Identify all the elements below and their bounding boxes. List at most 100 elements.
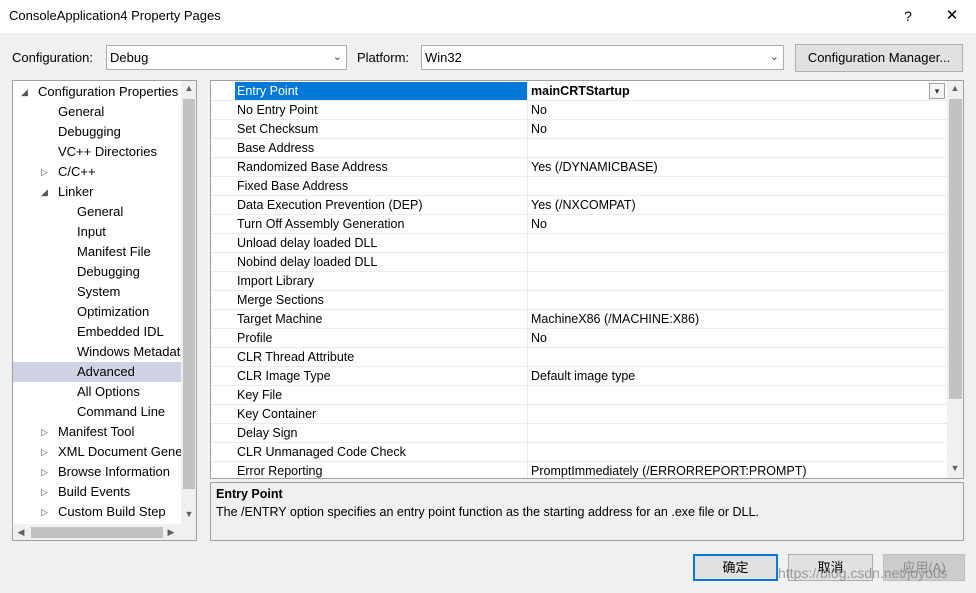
tree-item[interactable]: Optimization [13,302,181,322]
property-value[interactable] [527,291,947,309]
property-name: Turn Off Assembly Generation [237,217,405,231]
platform-label: Platform: [357,50,410,65]
tree-item-label: Custom Build Step [58,504,166,519]
property-row[interactable]: CLR Image Type Default image type [211,367,947,386]
property-value[interactable] [527,234,947,252]
property-value[interactable] [527,139,947,157]
property-value[interactable]: mainCRTStartup [527,82,947,100]
property-name: Unload delay loaded DLL [237,236,378,250]
tree-item[interactable]: Command Line [13,402,181,422]
scroll-up-icon[interactable]: ▲ [181,83,196,93]
property-name: Data Execution Prevention (DEP) [237,198,423,212]
configuration-manager-button[interactable]: Configuration Manager... [795,44,963,72]
property-row[interactable]: CLR Unmanaged Code Check [211,443,947,462]
property-row[interactable]: Import Library [211,272,947,291]
close-button[interactable]: ✕ [932,3,972,29]
tree-item[interactable]: General [13,102,181,122]
tree-item-label: XML Document Generator [58,444,181,459]
property-name: Import Library [237,274,315,288]
scroll-right-icon[interactable]: ▶ [163,527,179,538]
collapsed-arrow-icon[interactable]: ▷ [41,482,48,502]
property-row[interactable]: Randomized Base Address Yes (/DYNAMICBASE… [211,158,947,177]
tree-item[interactable]: Debugging [13,262,181,282]
tree-item[interactable]: VC++ Directories [13,142,181,162]
property-value[interactable]: No [527,101,947,119]
tree-item[interactable]: Input [13,222,181,242]
property-row[interactable]: CLR Thread Attribute [211,348,947,367]
property-row[interactable]: Base Address [211,139,947,158]
property-row[interactable]: Key Container [211,405,947,424]
expanded-arrow-icon[interactable]: ◢ [21,82,28,102]
tree-item[interactable]: System [13,282,181,302]
property-row[interactable]: Turn Off Assembly Generation No [211,215,947,234]
ok-button[interactable]: 确定 [693,554,778,581]
property-row[interactable]: Key File [211,386,947,405]
scroll-down-icon[interactable]: ▼ [181,509,196,519]
property-row[interactable]: Unload delay loaded DLL [211,234,947,253]
property-row[interactable]: Fixed Base Address [211,177,947,196]
tree-item[interactable]: ▷ Custom Build Step [13,502,181,522]
property-row[interactable]: Nobind delay loaded DLL [211,253,947,272]
property-grid: Entry Point mainCRTStartup No Entry Point N… [210,80,964,479]
property-row[interactable]: Delay Sign [211,424,947,443]
tree-item[interactable]: Windows Metadata [13,342,181,362]
platform-select[interactable]: Win32 ⌄ [421,45,784,70]
property-name: Merge Sections [237,293,324,307]
property-value[interactable]: No [527,329,947,347]
property-row[interactable]: Target Machine MachineX86 (/MACHINE:X86) [211,310,947,329]
tree-item[interactable]: ▷ C/C++ [13,162,181,182]
tree-scroll-thumb[interactable] [183,99,195,489]
property-value[interactable] [527,405,947,423]
property-value[interactable]: Default image type [527,367,947,385]
expanded-arrow-icon[interactable]: ◢ [41,182,48,202]
tree-item[interactable]: Debugging [13,122,181,142]
help-button[interactable]: ? [888,3,928,29]
property-row[interactable]: Error Reporting PromptImmediately (/ERROR… [211,462,947,478]
tree-item-label: Debugging [77,264,140,279]
scroll-up-icon[interactable]: ▲ [947,83,963,93]
tree-item[interactable]: Manifest File [13,242,181,262]
tree-item[interactable]: ◢ Configuration Properties [13,82,181,102]
property-value[interactable]: No [527,120,947,138]
property-row[interactable]: Merge Sections [211,291,947,310]
property-value[interactable]: Yes (/DYNAMICBASE) [527,158,947,176]
property-row[interactable]: Set Checksum No [211,120,947,139]
entry-point-dropdown[interactable]: ▾ [929,83,945,99]
property-value[interactable]: MachineX86 (/MACHINE:X86) [527,310,947,328]
property-value[interactable] [527,272,947,290]
tree-item[interactable]: All Options [13,382,181,402]
chevron-down-icon: ⌄ [332,51,342,63]
tree-item[interactable]: ▷ XML Document Generator [13,442,181,462]
grid-scroll-thumb[interactable] [949,99,962,399]
collapsed-arrow-icon[interactable]: ▷ [41,442,48,462]
property-row[interactable]: Entry Point mainCRTStartup [211,82,947,101]
tree-item[interactable]: General [13,202,181,222]
property-value[interactable] [527,253,947,271]
property-value[interactable]: PromptImmediately (/ERRORREPORT:PROMPT) [527,462,947,478]
property-row[interactable]: Data Execution Prevention (DEP) Yes (/NXC… [211,196,947,215]
property-value[interactable]: Yes (/NXCOMPAT) [527,196,947,214]
property-row[interactable]: Profile No [211,329,947,348]
property-value[interactable]: No [527,215,947,233]
scroll-left-icon[interactable]: ◀ [13,527,29,538]
property-value[interactable] [527,424,947,442]
property-value[interactable] [527,177,947,195]
tree-item[interactable]: Embedded IDL [13,322,181,342]
property-value[interactable] [527,443,947,461]
tree-item[interactable]: ◢ Linker [13,182,181,202]
tree-horizontal-thumb[interactable] [31,527,163,538]
tree-item[interactable]: ▷ Manifest Tool [13,422,181,442]
collapsed-arrow-icon[interactable]: ▷ [41,422,48,442]
property-value[interactable] [527,348,947,366]
collapsed-arrow-icon[interactable]: ▷ [41,462,48,482]
tree-item[interactable]: Advanced [13,362,181,382]
tree-item-label: Browse Information [58,464,170,479]
collapsed-arrow-icon[interactable]: ▷ [41,162,48,182]
property-value[interactable] [527,386,947,404]
tree-item[interactable]: ▷ Browse Information [13,462,181,482]
property-row[interactable]: No Entry Point No [211,101,947,120]
configuration-select[interactable]: Debug ⌄ [106,45,347,70]
collapsed-arrow-icon[interactable]: ▷ [41,502,48,522]
scroll-down-icon[interactable]: ▼ [947,463,963,473]
tree-item[interactable]: ▷ Build Events [13,482,181,502]
